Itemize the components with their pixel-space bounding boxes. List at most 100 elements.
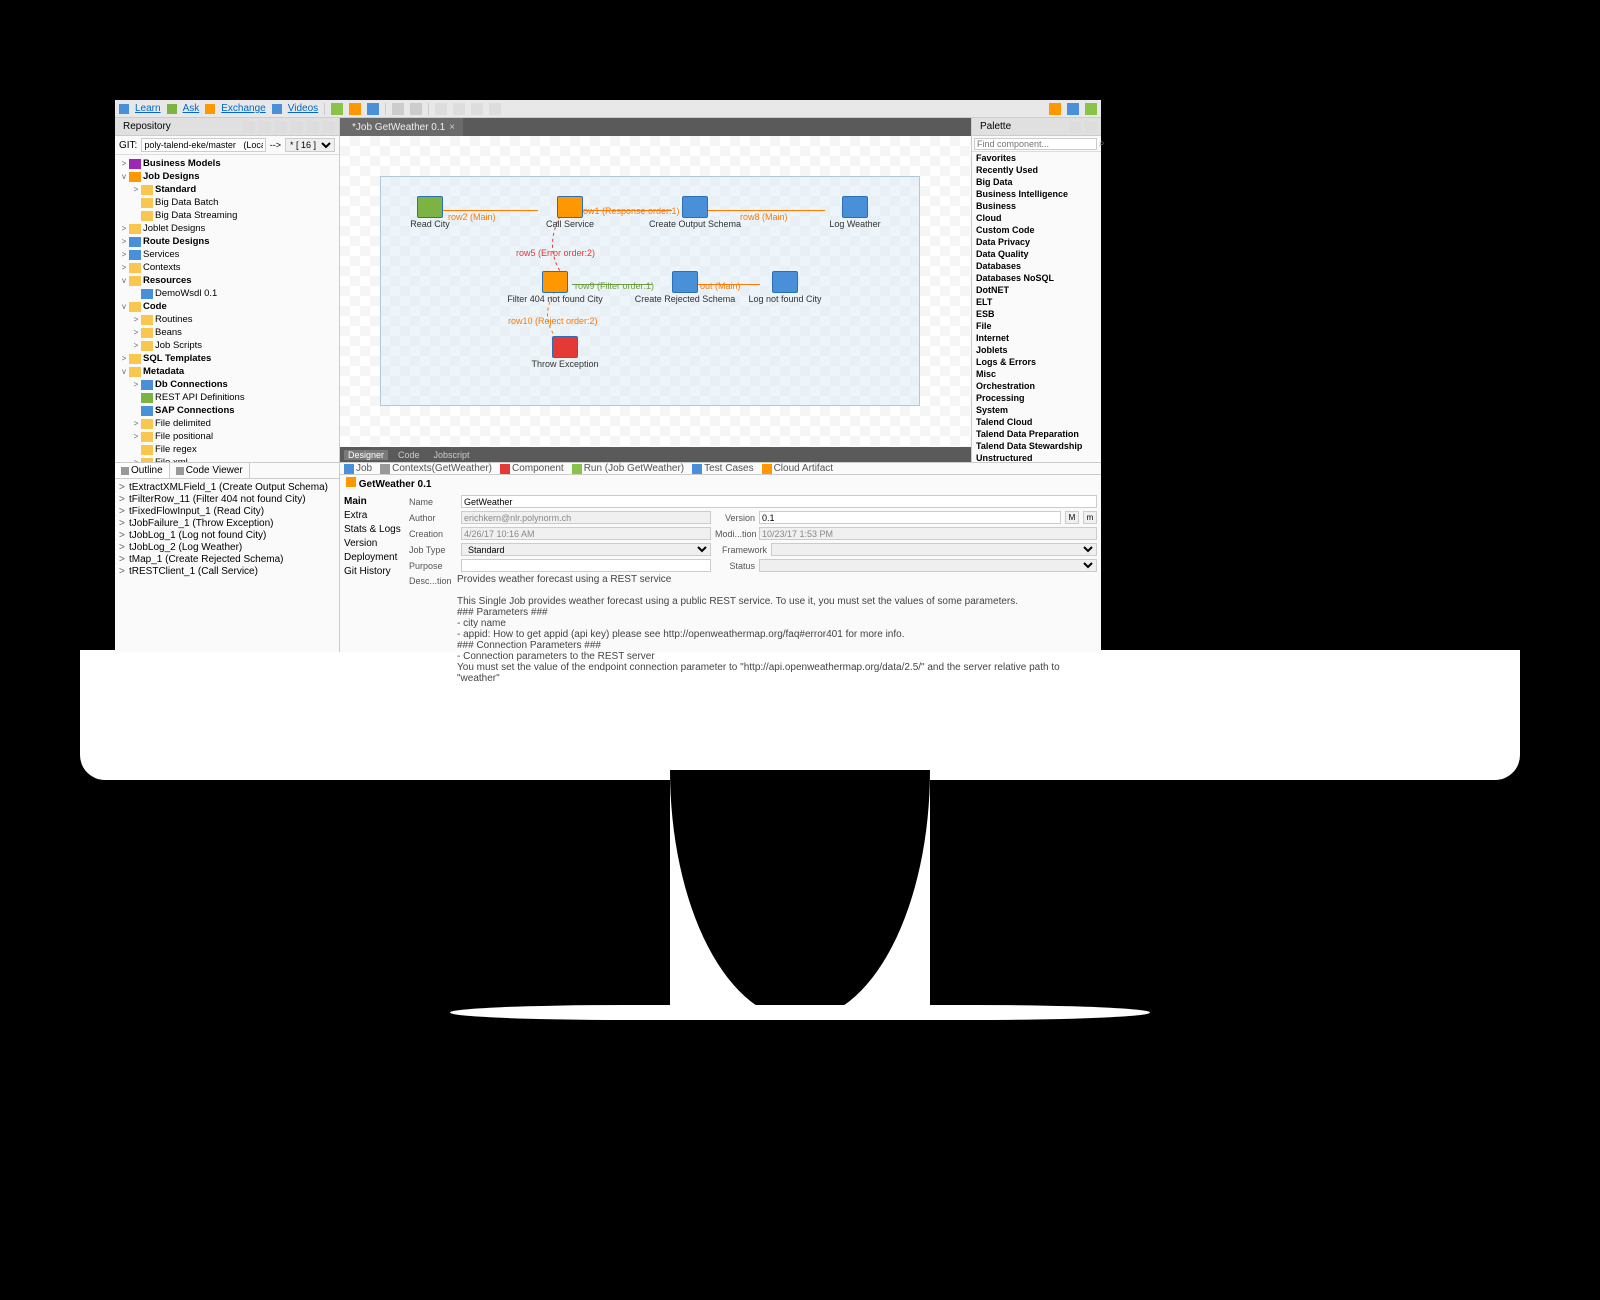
palette-item[interactable]: Business Intelligence bbox=[972, 188, 1101, 200]
palette-item[interactable]: Orchestration bbox=[972, 380, 1101, 392]
editor-tab[interactable]: *Job GetWeather 0.1 × bbox=[340, 118, 463, 136]
repository-tree[interactable]: >Business ModelsvJob Designs>StandardBig… bbox=[115, 155, 339, 462]
tab-outline[interactable]: Outline bbox=[115, 463, 170, 478]
palette-item[interactable]: Databases NoSQL bbox=[972, 272, 1101, 284]
node-create-output[interactable]: Create Output Schema bbox=[640, 196, 750, 229]
tree-item[interactable]: >Standard bbox=[115, 183, 339, 196]
framework-select[interactable] bbox=[771, 543, 1097, 556]
canvas-tab[interactable]: Jobscript bbox=[430, 450, 474, 460]
tree-item[interactable]: vMetadata bbox=[115, 365, 339, 378]
outline-item[interactable]: >tJobLog_1 (Log not found City) bbox=[119, 529, 335, 541]
tree-item[interactable]: vCode bbox=[115, 300, 339, 313]
tree-item[interactable]: >File delimited bbox=[115, 417, 339, 430]
palette-item[interactable]: DotNET bbox=[972, 284, 1101, 296]
node-call-service[interactable]: Call Service bbox=[535, 196, 605, 229]
design-canvas[interactable]: row2 (Main) row1 (Response order:1) row8… bbox=[340, 136, 971, 447]
outline-item[interactable]: >tFixedFlowInput_1 (Read City) bbox=[119, 505, 335, 517]
palette-item[interactable]: Joblets bbox=[972, 344, 1101, 356]
tree-item[interactable]: >SQL Templates bbox=[115, 352, 339, 365]
jobtype-select[interactable]: Standard bbox=[461, 543, 711, 556]
props-tab[interactable]: Test Cases bbox=[692, 463, 753, 474]
version-input[interactable] bbox=[759, 511, 1061, 524]
props-side-tab[interactable]: Stats & Logs bbox=[344, 522, 401, 536]
props-tab[interactable]: Component bbox=[500, 463, 564, 474]
header-btn[interactable] bbox=[275, 121, 287, 133]
tree-item[interactable]: vJob Designs bbox=[115, 170, 339, 183]
toolbar-btn[interactable] bbox=[435, 103, 447, 115]
tree-item[interactable]: >Contexts bbox=[115, 261, 339, 274]
header-btn[interactable] bbox=[307, 121, 319, 133]
perspective-btn[interactable] bbox=[1067, 103, 1079, 115]
outline-item[interactable]: >tFilterRow_11 (Filter 404 not found Cit… bbox=[119, 493, 335, 505]
outline-item[interactable]: >tExtractXMLField_1 (Create Output Schem… bbox=[119, 481, 335, 493]
tree-item[interactable]: >Beans bbox=[115, 326, 339, 339]
palette-list[interactable]: FavoritesRecently UsedBig DataBusiness I… bbox=[972, 152, 1101, 462]
outline-item[interactable]: >tMap_1 (Create Rejected Schema) bbox=[119, 553, 335, 565]
tree-item[interactable]: REST API Definitions bbox=[115, 391, 339, 404]
tree-item[interactable]: >Job Scripts bbox=[115, 339, 339, 352]
minimize-icon[interactable] bbox=[327, 465, 337, 475]
palette-item[interactable]: Big Data bbox=[972, 176, 1101, 188]
palette-item[interactable]: ESB bbox=[972, 308, 1101, 320]
header-btn[interactable] bbox=[1069, 121, 1081, 133]
palette-item[interactable]: Internet bbox=[972, 332, 1101, 344]
tree-item[interactable]: >Routines bbox=[115, 313, 339, 326]
props-tab[interactable]: Cloud Artifact bbox=[762, 463, 833, 474]
learn-link[interactable]: Learn bbox=[135, 103, 161, 114]
toolbar-btn[interactable] bbox=[471, 103, 483, 115]
tree-item[interactable]: vResources bbox=[115, 274, 339, 287]
tree-item[interactable]: Big Data Batch bbox=[115, 196, 339, 209]
videos-link[interactable]: Videos bbox=[288, 103, 318, 114]
palette-item[interactable]: Data Privacy bbox=[972, 236, 1101, 248]
canvas-tab[interactable]: Designer bbox=[344, 450, 388, 460]
palette-item[interactable]: Misc bbox=[972, 368, 1101, 380]
palette-item[interactable]: Unstructured bbox=[972, 452, 1101, 462]
palette-item[interactable]: Cloud bbox=[972, 212, 1101, 224]
palette-item[interactable]: Recently Used bbox=[972, 164, 1101, 176]
header-btn[interactable] bbox=[313, 465, 323, 475]
palette-item[interactable]: System bbox=[972, 404, 1101, 416]
palette-item[interactable]: Talend Cloud bbox=[972, 416, 1101, 428]
status-select[interactable] bbox=[759, 559, 1097, 572]
description-text[interactable]: Provides weather forecast using a REST s… bbox=[457, 574, 1097, 684]
toolbar-btn[interactable] bbox=[367, 103, 379, 115]
perspective-btn[interactable] bbox=[1049, 103, 1061, 115]
tree-item[interactable]: >Db Connections bbox=[115, 378, 339, 391]
outline-item[interactable]: >tRESTClient_1 (Call Service) bbox=[119, 565, 335, 577]
toolbar-btn[interactable] bbox=[453, 103, 465, 115]
node-filter-404[interactable]: Filter 404 not found City bbox=[495, 271, 615, 304]
palette-item[interactable]: File bbox=[972, 320, 1101, 332]
props-tab[interactable]: Contexts(GetWeather) bbox=[380, 463, 492, 474]
palette-item[interactable]: Favorites bbox=[972, 152, 1101, 164]
toolbar-btn[interactable] bbox=[349, 103, 361, 115]
props-side-tab[interactable]: Main bbox=[344, 494, 401, 508]
palette-item[interactable]: Business bbox=[972, 200, 1101, 212]
palette-item[interactable]: Data Quality bbox=[972, 248, 1101, 260]
tree-item[interactable]: >File positional bbox=[115, 430, 339, 443]
perspective-btn[interactable] bbox=[1085, 103, 1097, 115]
props-tab[interactable]: Run (Job GetWeather) bbox=[572, 463, 684, 474]
version-minor-btn[interactable]: m bbox=[1083, 511, 1097, 524]
props-tab[interactable]: Job bbox=[344, 463, 372, 474]
header-btn[interactable] bbox=[243, 121, 255, 133]
palette-item[interactable]: Processing bbox=[972, 392, 1101, 404]
header-btn[interactable] bbox=[259, 121, 271, 133]
outline-item[interactable]: >tJobLog_2 (Log Weather) bbox=[119, 541, 335, 553]
canvas-tab[interactable]: Code bbox=[394, 450, 424, 460]
node-log-not-found[interactable]: Log not found City bbox=[735, 271, 835, 304]
toolbar-btn[interactable] bbox=[392, 103, 404, 115]
name-input[interactable] bbox=[461, 495, 1097, 508]
palette-item[interactable]: ELT bbox=[972, 296, 1101, 308]
node-throw-exception[interactable]: Throw Exception bbox=[520, 336, 610, 369]
exchange-link[interactable]: Exchange bbox=[221, 103, 265, 114]
toolbar-btn[interactable] bbox=[410, 103, 422, 115]
node-read-city[interactable]: Read City bbox=[395, 196, 465, 229]
git-branch-input[interactable] bbox=[141, 138, 265, 152]
tree-item[interactable]: DemoWsdl 0.1 bbox=[115, 287, 339, 300]
toolbar-btn[interactable] bbox=[331, 103, 343, 115]
close-icon[interactable]: × bbox=[449, 122, 455, 133]
header-btn[interactable] bbox=[291, 121, 303, 133]
props-side-tab[interactable]: Deployment bbox=[344, 550, 401, 564]
props-side-tab[interactable]: Extra bbox=[344, 508, 401, 522]
outline-list[interactable]: >tExtractXMLField_1 (Create Output Schem… bbox=[115, 479, 339, 652]
